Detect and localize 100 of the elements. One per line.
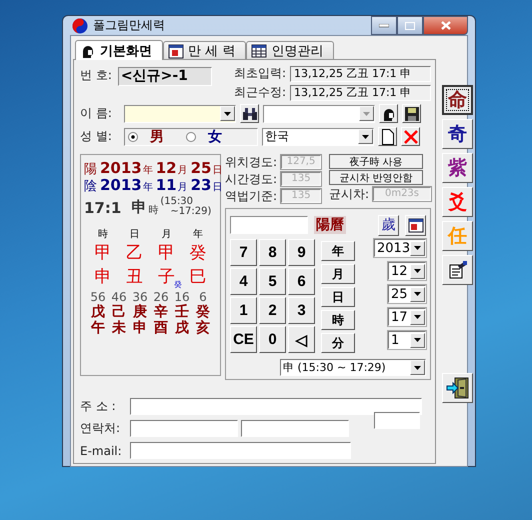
lunar-month: 11 <box>156 176 177 194</box>
cycle-age: 26 <box>153 290 169 304</box>
side-button[interactable]: 紫 <box>442 153 473 183</box>
keypad-key[interactable]: 6 <box>288 268 315 295</box>
solar-month: 12 <box>156 159 177 177</box>
year-pillar-button[interactable]: 歲 <box>378 214 399 236</box>
cycle-age: 6 <box>199 290 207 304</box>
pillar-branch: 申 <box>94 266 112 289</box>
cycle-branch: 午 <box>91 320 105 336</box>
keypad-key[interactable]: 9 <box>288 239 315 266</box>
pillar-note: 癸 <box>174 280 182 289</box>
keypad-key[interactable]: 5 <box>259 268 286 295</box>
minimize-button[interactable] <box>371 16 397 35</box>
tab[interactable]: 인명관리 <box>246 41 334 59</box>
caret-icon <box>414 246 422 250</box>
tab[interactable]: 기본화면 <box>75 40 163 60</box>
cycle-branch: 未 <box>112 320 126 336</box>
email-field[interactable] <box>130 442 351 459</box>
gender-label: 성 별: <box>80 128 113 145</box>
country-combo[interactable]: 한국 <box>262 128 374 146</box>
time-text: 17:1 <box>84 199 122 217</box>
save-button[interactable] <box>402 104 421 123</box>
maximize-button[interactable] <box>397 16 423 35</box>
value-select[interactable]: 1 <box>388 331 426 349</box>
first-entry-label: 최초입력: <box>234 65 286 82</box>
delete-x-icon <box>404 130 418 144</box>
location-value: 135 <box>281 172 322 186</box>
unit-button[interactable]: 月 <box>321 264 355 284</box>
location-value: 127,5 <box>281 155 322 169</box>
date-input[interactable] <box>230 216 308 234</box>
unit-button[interactable]: 日 <box>321 287 355 307</box>
pillar-stem: 甲 <box>94 242 112 265</box>
caret-icon <box>363 112 370 116</box>
cycle-age: 46 <box>111 290 127 304</box>
window-title: 풀그림만세력 <box>93 17 165 34</box>
new-document-button[interactable] <box>378 127 397 146</box>
last-modified-label: 최근수정: <box>234 84 286 101</box>
cycle-stem: 戊 <box>91 304 105 320</box>
close-icon <box>440 21 450 30</box>
pillar-stem: 癸 <box>189 242 206 265</box>
hour-unit: 時 <box>148 204 158 217</box>
delete-button[interactable] <box>401 127 420 146</box>
hour-select[interactable]: 申 (15:30 ~ 17:29) <box>280 359 426 376</box>
pillar-header: 日 <box>130 228 140 241</box>
location-value: 135 <box>281 189 322 203</box>
calendar-icon <box>168 42 184 58</box>
email-label: E-mail: <box>80 444 123 458</box>
side-button[interactable]: 奇 <box>442 119 473 149</box>
gender-radio[interactable]: 女 <box>186 128 222 146</box>
value-select[interactable]: 2013 <box>374 239 426 257</box>
save-icon <box>404 106 420 122</box>
keypad-key[interactable]: 7 <box>230 239 257 266</box>
small-field[interactable] <box>374 412 420 429</box>
first-entry-field: 13,12,25 乙丑 17:1 申 <box>290 66 431 82</box>
keypad-key[interactable]: ◁ <box>288 326 315 353</box>
tab[interactable]: 만 세 력 <box>163 41 246 59</box>
unit-button[interactable]: 年 <box>321 241 355 261</box>
binoculars-button[interactable] <box>240 104 259 123</box>
phone-field[interactable] <box>241 420 349 437</box>
pillar-branch: 巳 <box>189 266 206 289</box>
pillar-branch: 丑 <box>126 266 144 289</box>
phone-field[interactable] <box>130 420 238 437</box>
value-select[interactable]: 12 <box>388 262 426 280</box>
exit-button[interactable] <box>442 373 473 403</box>
document-icon <box>382 128 394 144</box>
lunar-day: 23 <box>190 176 212 194</box>
notes-button[interactable] <box>442 255 473 285</box>
keypad-key[interactable]: 1 <box>230 297 257 324</box>
keypad-key[interactable]: CE <box>230 326 257 353</box>
value-select[interactable]: 25 <box>388 285 426 303</box>
phone-label: 연락처: <box>80 420 122 437</box>
range-start: (15:30 <box>160 197 194 207</box>
minimize-icon <box>379 24 389 28</box>
solar-day: 25 <box>190 159 212 177</box>
option-button[interactable]: 균시차 반영안함 <box>328 170 423 185</box>
keypad-key[interactable]: 0 <box>259 326 286 353</box>
unit-button[interactable]: 分 <box>321 333 355 353</box>
name-combo[interactable] <box>124 104 236 122</box>
address-field[interactable] <box>130 398 422 415</box>
value-select[interactable]: 17 <box>388 308 426 326</box>
caret-icon <box>414 269 421 273</box>
keypad-key[interactable]: 3 <box>288 297 315 324</box>
gender-option-label: 女 <box>208 128 222 146</box>
option-button[interactable]: 夜子時 사용 <box>328 154 423 169</box>
unit-button[interactable]: 時 <box>321 310 355 330</box>
keypad-key[interactable]: 4 <box>230 268 257 295</box>
number-label: 번 호: <box>80 67 112 84</box>
table-icon <box>251 42 268 58</box>
close-button[interactable] <box>423 16 468 35</box>
range-end: ~17:29) <box>169 207 212 217</box>
calendar-button[interactable] <box>405 214 426 236</box>
gender-radio[interactable]: 男 <box>128 128 164 146</box>
person-button[interactable] <box>379 104 398 123</box>
keypad-key[interactable]: 2 <box>259 297 286 324</box>
pillar-stem: 甲 <box>158 242 175 265</box>
side-button[interactable]: 命 <box>442 85 473 115</box>
cycle-stem: 癸 <box>196 304 210 320</box>
cycle-stem: 庚 <box>133 304 147 320</box>
keypad-key[interactable]: 8 <box>259 239 286 266</box>
cycle-branch: 亥 <box>196 320 210 336</box>
